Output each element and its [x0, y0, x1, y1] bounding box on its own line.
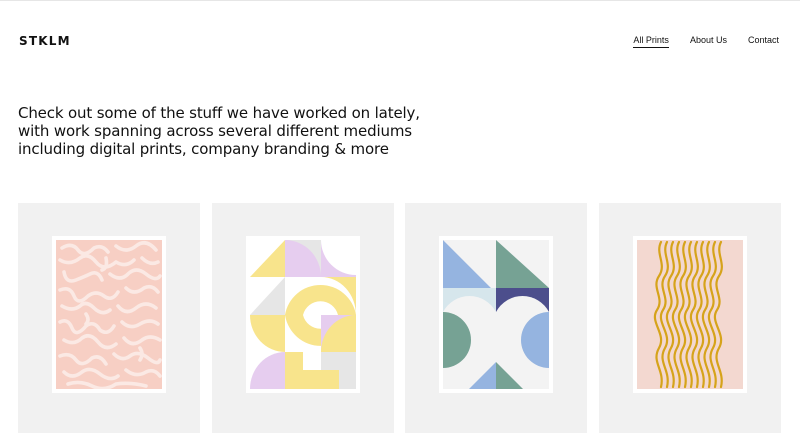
print-card-pink-maze[interactable]	[18, 203, 200, 433]
intro-text: Check out some of the stuff we have work…	[18, 104, 438, 158]
print-card-blue-green-geometric[interactable]	[405, 203, 587, 433]
intro-line: including digital prints, company brandi…	[18, 140, 389, 158]
blue-green-geometric-graphic	[443, 240, 549, 389]
site-logo[interactable]: STKLM	[19, 34, 71, 48]
top-divider	[0, 0, 800, 1]
nav-all-prints[interactable]: All Prints	[633, 35, 669, 48]
maze-pattern-graphic	[56, 240, 162, 389]
print-image-ochre-waves	[633, 236, 747, 393]
print-card-pastel-geometric[interactable]	[212, 203, 394, 433]
wave-lines-graphic	[637, 240, 743, 389]
print-image-pink-maze	[52, 236, 166, 393]
print-image-blue-green-geometric	[439, 236, 553, 393]
intro-line: with work spanning across several differ…	[18, 122, 412, 140]
pastel-geometric-graphic	[250, 240, 356, 389]
intro-line: Check out some of the stuff we have work…	[18, 104, 420, 122]
print-image-pastel-geometric	[246, 236, 360, 393]
main-nav: All Prints About Us Contact	[612, 35, 779, 48]
nav-contact[interactable]: Contact	[748, 35, 779, 48]
print-card-ochre-waves[interactable]	[599, 203, 781, 433]
nav-about-us[interactable]: About Us	[690, 35, 727, 48]
